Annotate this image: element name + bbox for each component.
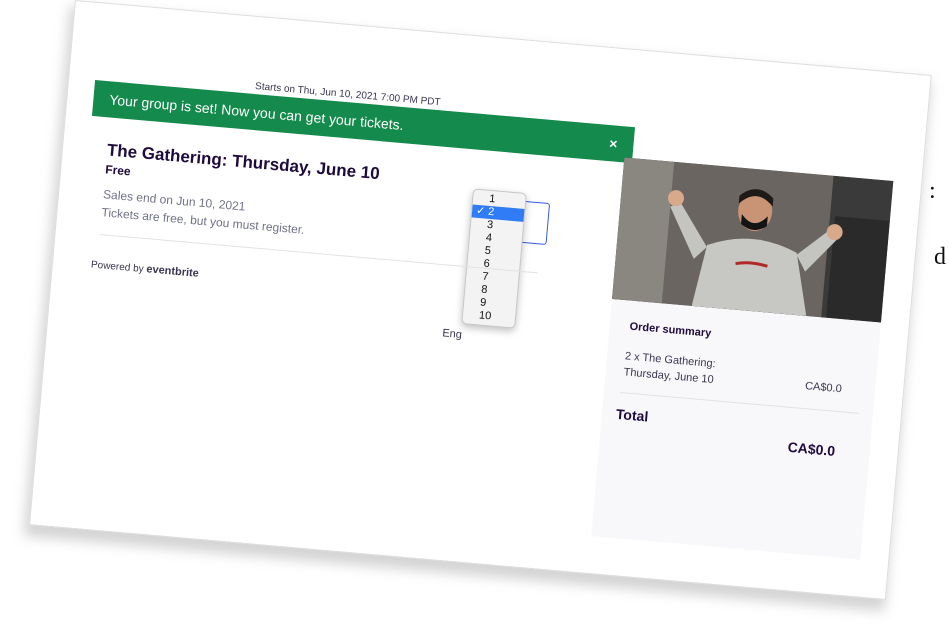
celebrating-man-image <box>611 157 894 323</box>
checkout-window: Starts on Thu, Jun 10, 2021 7:00 PM PDT … <box>29 0 932 600</box>
language-selector[interactable]: Eng <box>442 327 463 341</box>
background-text-d: d <box>934 244 946 270</box>
background-text-colon: : <box>929 178 936 204</box>
event-photo <box>611 157 894 323</box>
close-icon[interactable]: × <box>608 125 619 162</box>
check-icon: ✓ <box>475 204 486 218</box>
ticket-price: Free <box>104 162 132 179</box>
total-label: Total <box>615 405 649 425</box>
